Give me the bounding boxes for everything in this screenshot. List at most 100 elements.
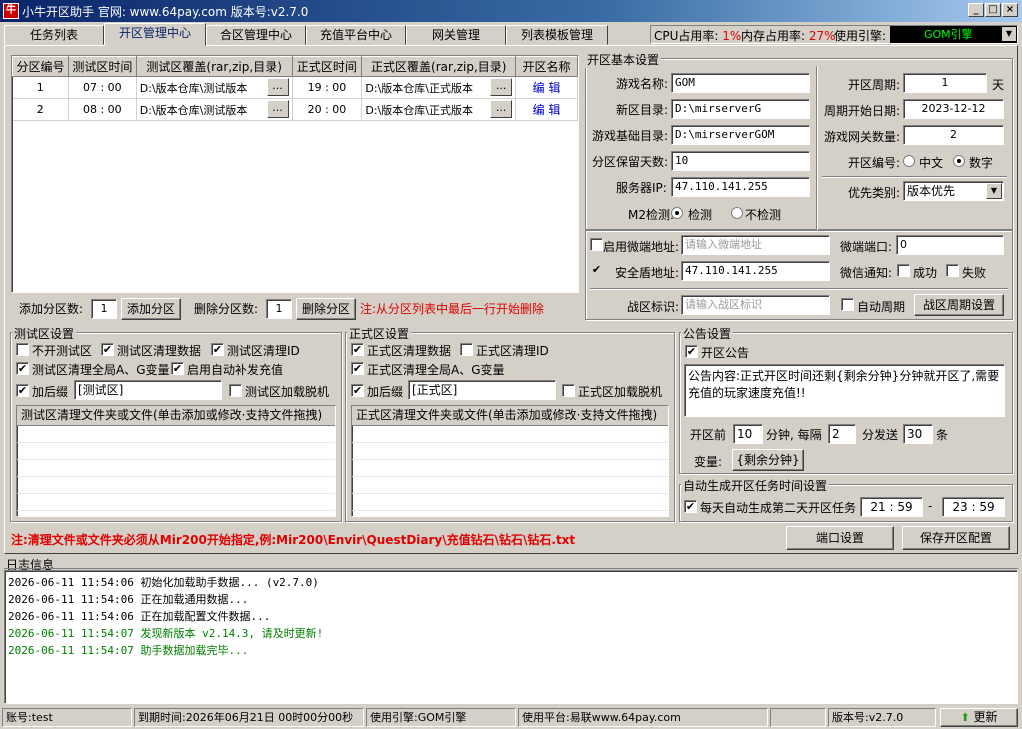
save-config-button[interactable]: 保存开区配置 [902,526,1010,550]
list-item[interactable] [352,460,668,477]
formal-clear-data-checkbox[interactable]: ✔ [351,343,364,356]
cell-test-time[interactable]: 08 : 00 [68,98,137,121]
list-item[interactable] [17,477,335,494]
add-count-input[interactable]: 1 [91,299,117,319]
tab-list-template[interactable]: 列表模板管理 [506,25,608,45]
notify-success-checkbox[interactable] [897,264,910,277]
del-count-input[interactable]: 1 [266,299,292,319]
test-clear-id-checkbox[interactable]: ✔ [211,343,224,356]
port-settings-button[interactable]: 端口设置 [786,526,894,550]
engine-select[interactable]: GOM引擎 ▼ [890,26,1017,43]
tab-merge-zone[interactable]: 合区管理中心 [206,25,306,45]
keep-days-input[interactable]: 10 [671,151,810,171]
wechat-addr-input[interactable]: 请输入微端地址 [681,235,830,255]
auto-recharge-checkbox[interactable]: ✔ [171,362,184,375]
auto-task-checkbox[interactable]: ✔ [684,500,697,513]
formal-suffix-checkbox[interactable]: ✔ [351,384,364,397]
maximize-button[interactable]: □ [985,3,1001,17]
title-bar[interactable]: 牛 小牛开区助手 官网: www.64pay.com 版本号:v2.7.0 _ … [0,0,1022,22]
test-clean-list[interactable]: 测试区清理文件夹或文件(单击添加或修改·支持文件拖拽) [16,405,336,517]
test-offline-checkbox[interactable] [229,384,242,397]
auto-task-start-input[interactable]: 21 : 59 [860,497,923,517]
announce-before-input[interactable]: 10 [733,424,763,444]
test-clear-vars-checkbox[interactable]: ✔ [16,362,29,375]
battle-input[interactable]: 请输入战区标识 [681,295,830,315]
formal-suffix-input[interactable]: [正式区] [408,380,556,400]
chevron-down-icon[interactable]: ▼ [1002,27,1016,41]
game-name-input[interactable]: GOM [671,73,810,93]
list-item[interactable] [352,477,668,494]
announce-interval-input[interactable]: 2 [828,424,856,444]
test-suffix-checkbox[interactable]: ✔ [16,384,29,397]
no-test-checkbox[interactable] [16,343,29,356]
browse-button[interactable]: ... [490,78,513,96]
shield-checkbox[interactable]: ✔ [590,264,603,277]
update-button[interactable]: ⬆ 更新 [940,708,1018,727]
formal-clear-vars-checkbox[interactable]: ✔ [351,362,364,375]
cell-test-path: D:\版本仓库\测试版本 [139,103,248,117]
zone-table[interactable]: 分区编号 测试区时间 测试区覆盖(rar,zip,目录) 正式区时间 正式区覆盖… [11,55,579,293]
new-dir-input[interactable]: D:\mirserverG [671,99,810,119]
notify-fail-checkbox[interactable] [946,264,959,277]
col-header[interactable]: 分区编号 [12,56,69,77]
col-header[interactable]: 正式区覆盖(rar,zip,目录) [361,56,517,77]
list-item[interactable] [17,494,335,511]
browse-button[interactable]: ... [490,100,513,118]
browse-button[interactable]: ... [266,78,289,96]
enable-wechat-checkbox[interactable] [590,238,603,251]
numbering-num-radio[interactable] [953,155,965,167]
col-header[interactable]: 测试区覆盖(rar,zip,目录) [135,56,293,77]
minimize-button[interactable]: _ [968,3,984,17]
m2-check-radio[interactable] [671,207,683,219]
var-remaining-minutes-button[interactable]: {剩余分钟} [732,449,804,471]
col-header[interactable]: 开区名称 [515,56,578,77]
formal-clear-id-checkbox[interactable] [460,343,473,356]
table-row[interactable]: 2 08 : 00 D:\版本仓库\测试版本... 20 : 00 D:\版本仓… [12,98,578,121]
list-item[interactable] [352,426,668,443]
base-dir-input[interactable]: D:\mirserverGOM [671,125,810,145]
m2-nocheck-radio[interactable] [731,207,743,219]
col-header[interactable]: 正式区时间 [291,56,363,77]
announce-count-input[interactable]: 30 [903,424,933,444]
priority-select[interactable]: 版本优先 ▼ [903,181,1004,201]
cell-formal-time[interactable]: 19 : 00 [292,76,363,99]
auto-task-end-input[interactable]: 23 : 59 [942,497,1005,517]
numbering-cn-radio[interactable] [903,155,915,167]
tab-recharge[interactable]: 充值平台中心 [306,25,406,45]
auto-cycle-checkbox[interactable] [841,298,854,311]
list-item[interactable] [17,460,335,477]
edit-link[interactable]: 编 辑 [515,76,578,99]
log-panel[interactable]: 2026-06-11 11:54:06 初始化加载助手数据... (v2.7.0… [4,570,1018,704]
browse-button[interactable]: ... [266,100,289,118]
cell-formal-time[interactable]: 20 : 00 [292,98,363,121]
list-item[interactable] [352,494,668,511]
cycle-input[interactable]: 1 [903,73,987,93]
cell-test-time[interactable]: 07 : 00 [68,76,137,99]
shield-input[interactable]: 47.110.141.255 [681,261,830,281]
tab-gateway[interactable]: 网关管理 [406,25,506,45]
server-ip-input[interactable]: 47.110.141.255 [671,177,810,197]
tab-open-zone[interactable]: 开区管理中心 [104,23,206,46]
wechat-port-input[interactable]: 0 [896,235,1004,255]
announce-content-textarea[interactable]: 公告内容:正式开区时间还剩{剩余分钟}分钟就开区了,需要充值的玩家速度充值!! [684,364,1005,417]
add-zone-button[interactable]: 添加分区 [121,298,181,320]
battle-cycle-button[interactable]: 战区周期设置 [914,294,1004,316]
gateway-input[interactable]: 2 [903,125,1004,145]
test-suffix-input[interactable]: [测试区] [74,380,222,400]
tab-task-list[interactable]: 任务列表 [4,25,104,45]
list-item[interactable] [17,426,335,443]
col-header[interactable]: 测试区时间 [67,56,137,77]
test-clear-data-checkbox[interactable]: ✔ [101,343,114,356]
announce-enable-checkbox[interactable]: ✔ [685,345,698,358]
del-zone-button[interactable]: 删除分区 [296,298,356,320]
table-row[interactable]: 1 07 : 00 D:\版本仓库\测试版本... 19 : 00 D:\版本仓… [12,76,578,99]
formal-offline-checkbox[interactable] [562,384,575,397]
cell-test-path: D:\版本仓库\测试版本 [139,81,248,95]
list-item[interactable] [17,443,335,460]
close-button[interactable]: × [1002,3,1018,17]
cycle-start-input[interactable]: 2023-12-12 [903,99,1004,119]
chevron-down-icon[interactable]: ▼ [986,183,1002,199]
edit-link[interactable]: 编 辑 [515,98,578,121]
list-item[interactable] [352,443,668,460]
formal-clean-list[interactable]: 正式区清理文件夹或文件(单击添加或修改·支持文件拖拽) [351,405,669,517]
